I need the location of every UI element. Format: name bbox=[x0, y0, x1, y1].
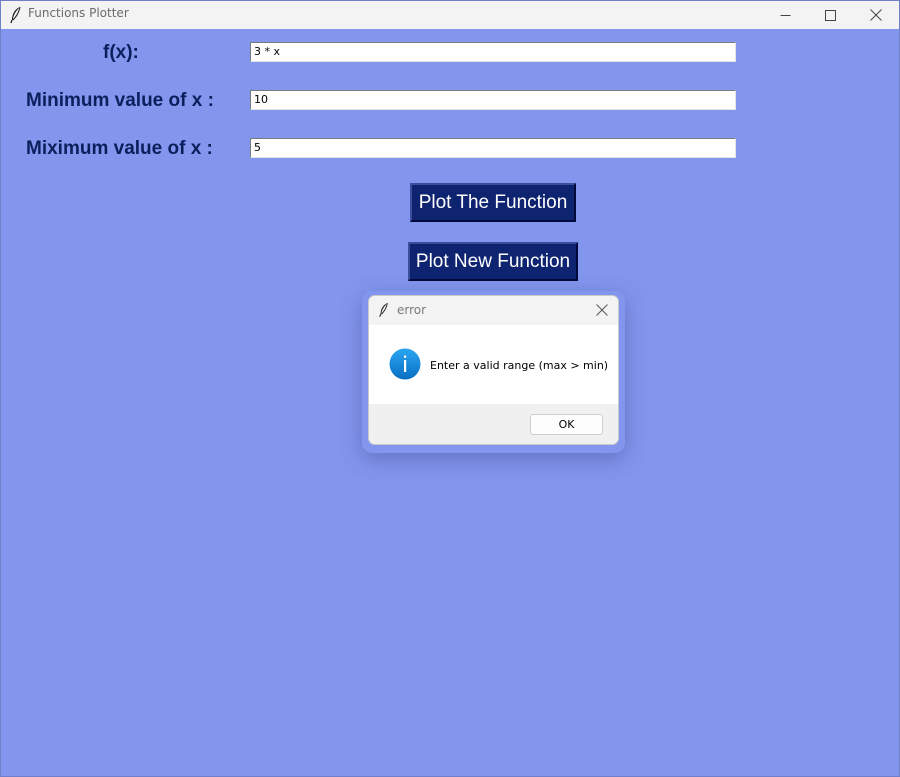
maximize-icon bbox=[824, 9, 836, 21]
fx-input[interactable]: 3 * x bbox=[250, 42, 736, 62]
error-dialog: error Enter a valid range (max > min) OK bbox=[368, 295, 619, 445]
window-title: Functions Plotter bbox=[28, 6, 129, 20]
min-x-label: Minimum value of x : bbox=[26, 90, 214, 111]
dialog-title: error bbox=[397, 303, 427, 317]
min-x-input[interactable]: 10 bbox=[250, 90, 736, 110]
close-icon bbox=[870, 9, 882, 21]
minimize-button[interactable] bbox=[762, 1, 808, 29]
close-icon bbox=[594, 303, 610, 322]
dialog-footer: OK bbox=[369, 404, 618, 444]
plot-new-function-button[interactable]: Plot New Function bbox=[408, 242, 578, 281]
feather-icon bbox=[378, 302, 390, 318]
main-window: Functions Plotter f(x): 3 * x Minimum va… bbox=[0, 0, 900, 777]
plot-function-button[interactable]: Plot The Function bbox=[410, 183, 576, 222]
dialog-title-bar[interactable]: error bbox=[369, 296, 618, 325]
dialog-body: Enter a valid range (max > min) bbox=[369, 325, 618, 404]
fx-label: f(x): bbox=[103, 42, 139, 63]
maximize-button[interactable] bbox=[807, 1, 853, 29]
max-x-label: Miximum value of x : bbox=[26, 138, 213, 159]
title-bar[interactable]: Functions Plotter bbox=[1, 1, 899, 29]
feather-icon bbox=[9, 6, 23, 24]
dialog-message: Enter a valid range (max > min) bbox=[430, 359, 609, 372]
max-x-input[interactable]: 5 bbox=[250, 138, 736, 158]
minimize-icon bbox=[780, 10, 791, 21]
ok-button[interactable]: OK bbox=[530, 414, 603, 435]
close-button[interactable] bbox=[853, 1, 899, 29]
info-icon bbox=[389, 348, 421, 380]
dialog-close-button[interactable] bbox=[594, 302, 610, 318]
